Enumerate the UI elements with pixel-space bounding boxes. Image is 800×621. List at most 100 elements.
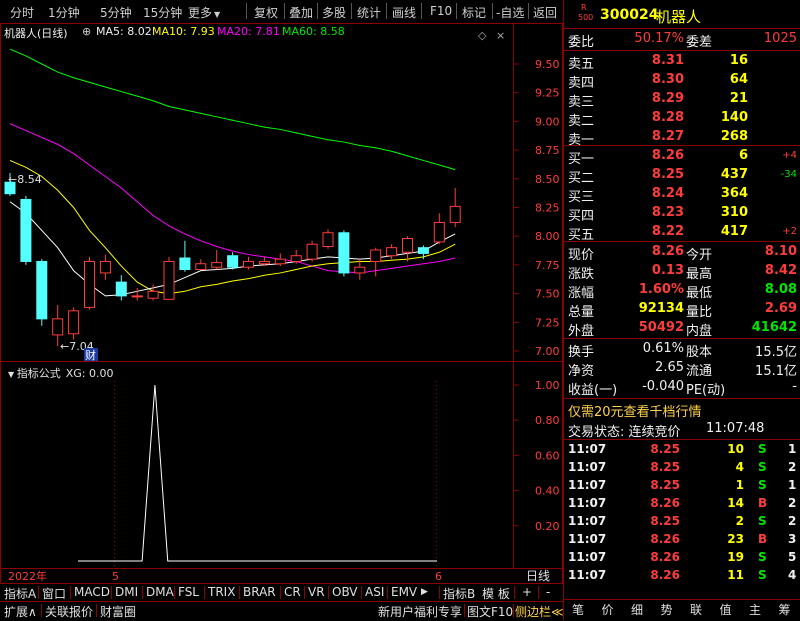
finance-marker-label: 财 xyxy=(85,348,96,362)
candle[interactable] xyxy=(115,275,127,301)
candle[interactable] xyxy=(99,254,111,280)
add-button[interactable]: + xyxy=(522,585,532,599)
stock-period-label: 机器人(日线) xyxy=(4,27,68,40)
candle[interactable] xyxy=(338,230,350,277)
candle-body xyxy=(68,310,80,335)
tab-fenshi[interactable]: 分时 xyxy=(10,4,34,21)
tab-brar[interactable]: BRAR xyxy=(243,585,276,599)
candle[interactable] xyxy=(386,244,398,260)
panel-tab[interactable]: 主 xyxy=(749,601,761,618)
order-book-sell-row[interactable]: 卖二 8.28 140 xyxy=(564,109,800,129)
panel-tab[interactable]: 细 xyxy=(631,601,643,618)
tab-window[interactable]: 窗口 xyxy=(42,585,66,602)
more-menu[interactable]: 更多 ▼ xyxy=(188,4,220,21)
diejia-button[interactable]: 叠加 xyxy=(289,4,313,21)
candle[interactable] xyxy=(274,253,286,267)
tab-emv[interactable]: EMV xyxy=(391,585,417,599)
level-price: 8.28 xyxy=(651,110,684,125)
tab-fsl[interactable]: FSL xyxy=(178,585,199,599)
candle[interactable] xyxy=(243,256,254,270)
level-label: 买四 xyxy=(568,209,595,224)
tab-1min[interactable]: 1分钟 xyxy=(48,4,80,21)
panel-tab[interactable]: 笔 xyxy=(572,601,584,618)
panel-tab[interactable]: 势 xyxy=(661,601,673,618)
candle-body xyxy=(322,232,334,248)
panel-tab[interactable]: 联 xyxy=(690,601,702,618)
level-label: 买一 xyxy=(568,152,595,167)
panel-tab[interactable]: 价 xyxy=(602,601,614,618)
order-book-buy-row[interactable]: 买二 8.25 437 -34 xyxy=(564,166,800,186)
candle[interactable] xyxy=(306,240,318,262)
remove-button[interactable]: - xyxy=(546,585,550,599)
panel-tab[interactable]: 值 xyxy=(720,601,732,618)
tab-trix[interactable]: TRIX xyxy=(208,585,235,599)
tab-dma[interactable]: DMA xyxy=(146,585,174,599)
f10-button[interactable]: F10 xyxy=(430,4,452,18)
stat-row: 净资 2.65 流通 15.1亿 xyxy=(568,360,797,379)
triangle-right-icon[interactable]: ▶ xyxy=(421,587,428,597)
candle[interactable] xyxy=(402,236,413,262)
tab-cr[interactable]: CR xyxy=(284,585,301,599)
fuquan-button[interactable]: 复权 xyxy=(254,4,278,21)
panel-tab[interactable]: 筹 xyxy=(779,601,791,618)
tab-dmi[interactable]: DMI xyxy=(115,585,138,599)
tab-5min[interactable]: 5分钟 xyxy=(100,4,132,21)
kline-chart[interactable]: 9.50 9.25 9.00 8.75 8.50 8.25 8.00 7.75 7.50 7.25… xyxy=(0,23,563,601)
new-user-promo-link[interactable]: 新用户福利专享 xyxy=(378,603,462,620)
order-book-buy-row[interactable]: 买三 8.24 364 xyxy=(564,185,800,205)
candle[interactable] xyxy=(449,187,461,228)
candle[interactable] xyxy=(290,249,302,264)
order-book-buy-row[interactable]: 买一 8.26 6 +4 xyxy=(564,147,800,167)
level-change: +2 xyxy=(782,226,797,237)
candle-body xyxy=(258,260,270,265)
close-icon[interactable]: × xyxy=(496,29,505,42)
diamond-icon[interactable]: ◇ xyxy=(478,29,487,42)
tab-indicator-b[interactable]: 指标B xyxy=(443,585,475,602)
back-button[interactable]: 返回 xyxy=(533,4,557,21)
candle[interactable] xyxy=(163,256,175,300)
tab-vr[interactable]: VR xyxy=(308,585,325,599)
level-volume: 310 xyxy=(720,205,748,220)
biaoji-button[interactable]: 标记 xyxy=(462,4,486,21)
candle[interactable] xyxy=(68,307,80,340)
tab-template[interactable]: 模 板 xyxy=(482,585,510,602)
order-book-sell-row[interactable]: 卖三 8.29 21 xyxy=(564,90,800,110)
candle[interactable] xyxy=(433,213,445,245)
expand-button[interactable]: 扩展∧ xyxy=(4,603,37,620)
f10-graphic-button[interactable]: 图文F10 xyxy=(467,603,513,620)
tab-macd[interactable]: MACD xyxy=(74,585,110,599)
tick-row: 11:07 8.25 1 S 1 xyxy=(568,478,797,492)
wealth-circle-button[interactable]: 财富圈 xyxy=(100,603,136,620)
candle[interactable] xyxy=(20,196,32,265)
order-book-buy-row[interactable]: 买四 8.23 310 xyxy=(564,204,800,224)
duogu-button[interactable]: 多股 xyxy=(322,4,346,21)
candle[interactable] xyxy=(179,240,191,272)
candle[interactable] xyxy=(322,229,334,249)
candle[interactable] xyxy=(354,259,366,280)
huaxian-button[interactable]: 画线 xyxy=(392,4,416,21)
candle[interactable] xyxy=(84,256,95,310)
candle[interactable] xyxy=(195,259,207,270)
mode-icon[interactable]: ⊕ xyxy=(82,25,91,38)
tab-asi[interactable]: ASI xyxy=(365,585,384,599)
tab-15min[interactable]: 15分钟 xyxy=(143,4,182,21)
candle[interactable] xyxy=(36,259,48,326)
remove-watchlist-button[interactable]: -自选 xyxy=(496,4,524,21)
candle[interactable] xyxy=(370,247,382,277)
tab-indicator-a[interactable]: 指标A xyxy=(4,585,36,602)
order-book-sell-row[interactable]: 卖四 8.30 64 xyxy=(564,71,800,91)
candle[interactable] xyxy=(211,249,223,270)
related-quotes-button[interactable]: 关联报价 xyxy=(45,603,93,620)
tab-obv[interactable]: OBV xyxy=(332,585,358,599)
level-label: 买三 xyxy=(568,190,595,205)
candle[interactable] xyxy=(227,252,239,270)
sidebar-toggle-button[interactable]: 侧边栏≪ xyxy=(515,603,564,620)
candle-body xyxy=(449,205,461,223)
triangle-down-icon[interactable]: ▼ xyxy=(8,370,17,379)
order-book-sell-row[interactable]: 卖五 8.31 16 xyxy=(564,52,800,72)
candle[interactable] xyxy=(131,287,143,301)
candle-body xyxy=(370,249,382,262)
promo-row[interactable]: 仅需20元查看千档行情 xyxy=(564,400,800,420)
order-book-buy-row[interactable]: 买五 8.22 417 +2 xyxy=(564,223,800,243)
tongji-button[interactable]: 统计 xyxy=(357,4,381,21)
